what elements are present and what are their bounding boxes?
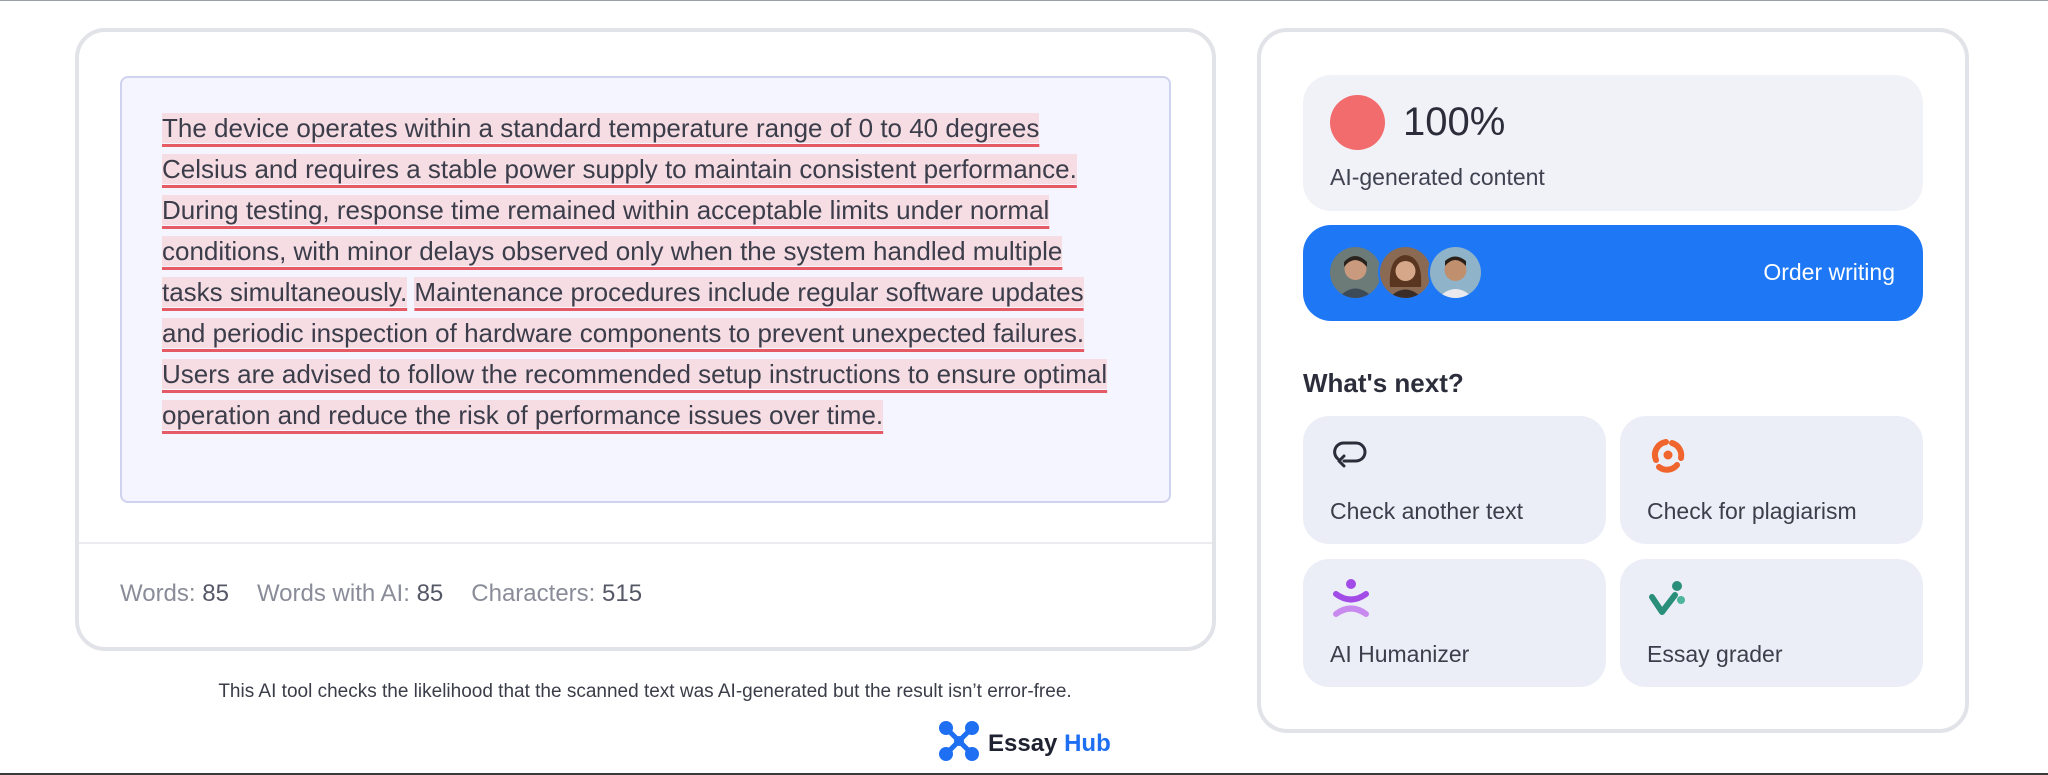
analyzed-text: The device operates within a standard te… [162, 108, 1129, 436]
word-count: Words: 85 [120, 580, 229, 607]
text-stats: Words: 85 Words with AI: 85 Characters: … [120, 580, 642, 608]
avatar [1328, 245, 1383, 300]
ai-score-label: AI-generated content [1330, 164, 1545, 190]
whats-next-heading: What's next? [1303, 368, 1464, 398]
order-writing-button[interactable]: Order writing [1303, 225, 1923, 321]
check-another-text-tile[interactable]: Check another text [1303, 416, 1606, 544]
ai-score-card: 100% AI-generated content [1303, 75, 1923, 211]
character-count: Characters: 515 [471, 580, 643, 607]
avatar [1378, 245, 1433, 300]
analyzed-text-box: The device operates within a standard te… [120, 76, 1171, 503]
grader-check-icon [1647, 577, 1689, 619]
humanizer-person-icon [1330, 577, 1372, 619]
order-writing-label: Order writing [1763, 259, 1895, 285]
disclaimer-text: This AI tool checks the likelihood that … [218, 681, 1072, 702]
essay-grader-tile[interactable]: Essay grader [1620, 559, 1923, 687]
essayhub-logo-icon [938, 720, 980, 767]
refresh-loop-icon [1330, 434, 1372, 476]
tile-label: Essay grader [1647, 641, 1783, 667]
tile-label: Check for plagiarism [1647, 498, 1857, 524]
ai-score-indicator [1330, 95, 1385, 150]
tile-label: AI Humanizer [1330, 641, 1470, 667]
check-plagiarism-tile[interactable]: Check for plagiarism [1620, 416, 1923, 544]
tile-label: Check another text [1330, 498, 1524, 524]
ai-highlighted-sentence: The device operates within a standard te… [162, 113, 1077, 184]
analysis-card: The device operates within a standard te… [75, 28, 1216, 651]
avatar [1428, 245, 1483, 300]
result-panel: 100% AI-generated content Order writing … [1257, 28, 1969, 733]
plagiarism-orbit-icon [1647, 434, 1689, 476]
ai-humanizer-tile[interactable]: AI Humanizer [1303, 559, 1606, 687]
brand-name: Essay Hub [988, 729, 1111, 757]
ai-highlighted-sentence: Users are advised to follow the recommen… [162, 359, 1108, 430]
brand-logo[interactable]: Essay Hub [938, 720, 1111, 767]
divider [79, 542, 1212, 544]
ai-score-percent: 100% [1403, 100, 1506, 144]
writer-avatars [1328, 245, 1483, 300]
ai-word-count: Words with AI: 85 [256, 580, 444, 607]
